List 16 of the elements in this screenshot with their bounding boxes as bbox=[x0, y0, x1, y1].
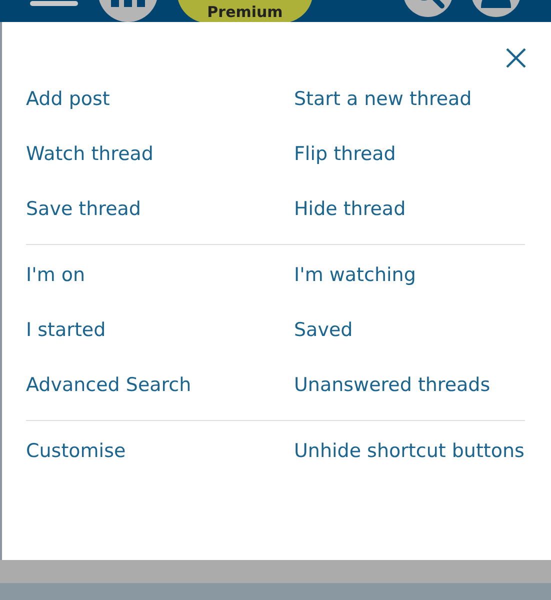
menu-link[interactable]: Unanswered threads bbox=[294, 372, 490, 398]
close-icon[interactable] bbox=[505, 47, 527, 69]
menu-link[interactable]: Save thread bbox=[26, 196, 141, 222]
menu-link[interactable]: Customise bbox=[26, 438, 126, 464]
menu-link[interactable]: I'm on bbox=[26, 262, 86, 288]
menu-link[interactable]: I'm watching bbox=[294, 262, 416, 288]
menu-link[interactable]: Unhide shortcut buttons bbox=[294, 438, 524, 464]
menu-link[interactable]: Watch thread bbox=[26, 141, 154, 167]
menu-link[interactable]: Saved bbox=[294, 317, 353, 343]
menu-link[interactable]: Flip thread bbox=[294, 141, 396, 167]
menu-link[interactable]: Add post bbox=[26, 86, 110, 112]
menu-link[interactable]: Hide thread bbox=[294, 196, 406, 222]
menu-link[interactable]: Start a new thread bbox=[294, 86, 472, 112]
menu-link[interactable]: Advanced Search bbox=[26, 372, 192, 398]
premium-button[interactable]: Premium bbox=[177, 0, 313, 22]
menu-link[interactable]: I started bbox=[26, 317, 106, 343]
